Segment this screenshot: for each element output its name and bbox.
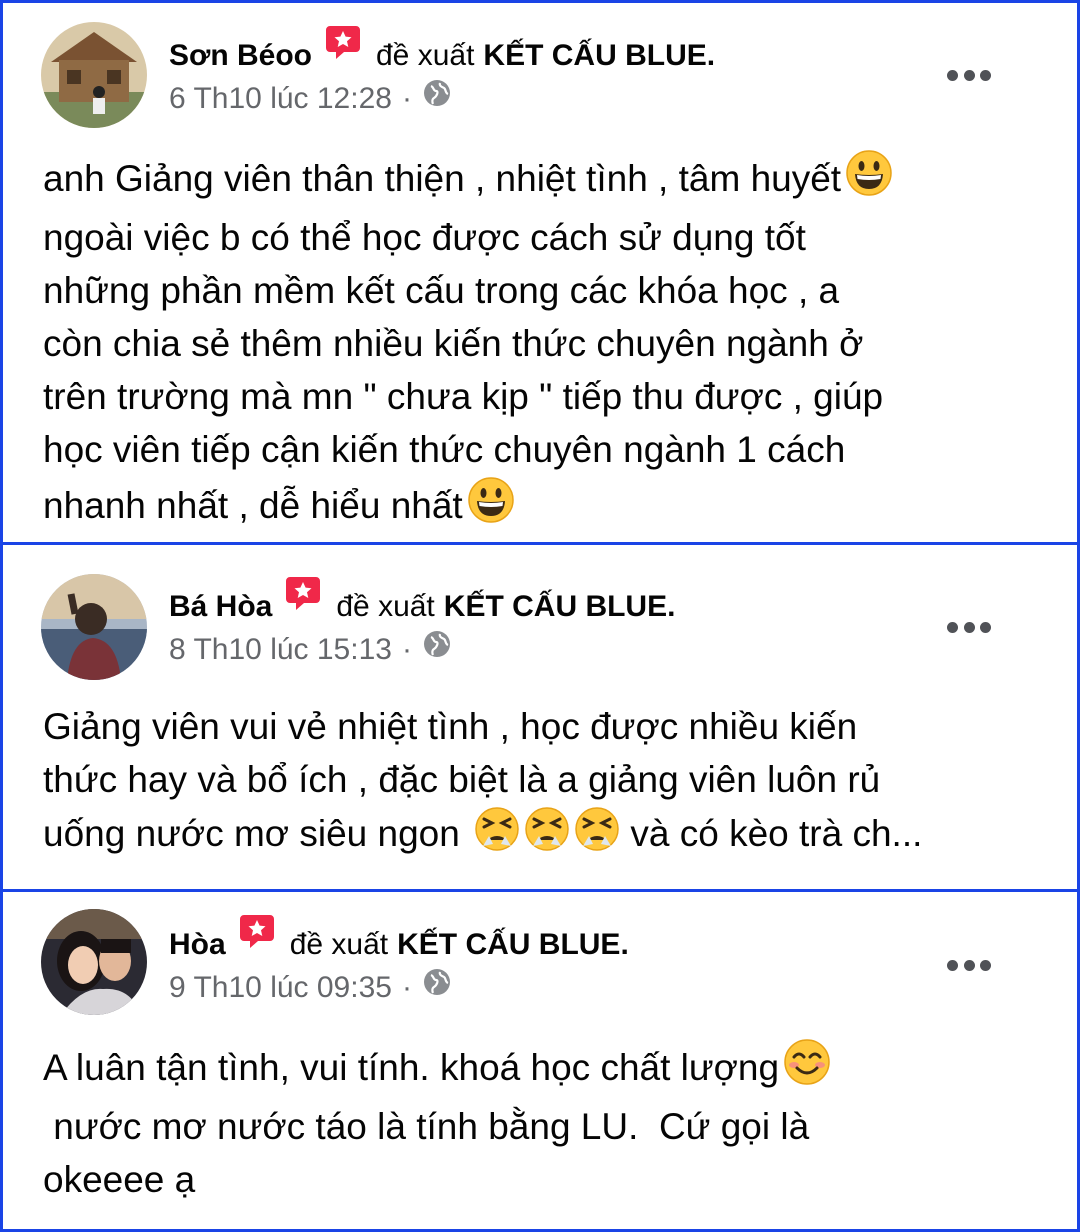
post-header: Sơn Béoo đề xuất KẾT CẤU BLUE. [169, 26, 715, 79]
body-line: học viên tiếp cận kiến thức chuyên ngành… [43, 429, 846, 470]
body-line: ngoài việc b có thể học được cách sử dụn… [43, 217, 806, 258]
separator: · [401, 970, 412, 1004]
globe-icon [422, 629, 452, 670]
avatar[interactable] [41, 22, 147, 128]
body-line: anh Giảng viên thân thiện , nhiệt tình ,… [43, 149, 1047, 211]
action-verb: đề xuất [336, 589, 435, 623]
post-meta: 8 Th10 lúc 15:13 · [169, 629, 452, 670]
recommend-star-icon [238, 913, 276, 960]
author-name[interactable]: Hòa [169, 925, 226, 965]
page-name[interactable]: KẾT CẤU BLUE. [483, 36, 715, 76]
action-verb: đề xuất [376, 38, 475, 72]
post-meta: 9 Th10 lúc 09:35 · [169, 967, 452, 1008]
page-name[interactable]: KẾT CẤU BLUE. [444, 587, 676, 627]
recommend-star-icon [284, 575, 322, 622]
timestamp[interactable]: 6 Th10 lúc 12:28 [169, 79, 392, 119]
timestamp[interactable]: 9 Th10 lúc 09:35 [169, 968, 392, 1008]
globe-icon [422, 967, 452, 1008]
timestamp[interactable]: 8 Th10 lúc 15:13 [169, 630, 392, 670]
body-line: thức hay và bổ ích , đặc biệt là a giảng… [43, 759, 881, 800]
separator: · [401, 632, 412, 666]
tired-face-emoji-icon [474, 806, 520, 866]
body-line: A luân tận tình, vui tính. khoá học chất… [43, 1038, 1047, 1100]
action-verb: đề xuất [289, 927, 389, 961]
smiling-face-emoji-icon [783, 1038, 831, 1100]
body-line: okeeee ạ [43, 1159, 196, 1200]
more-options-icon[interactable] [947, 958, 991, 972]
grinning-emoji-icon [845, 149, 893, 211]
author-name[interactable]: Sơn Béoo [169, 36, 312, 76]
body-line: uống nước mơ siêu ngon và có kèo trà ch.… [43, 806, 1047, 866]
review-card: Sơn Béoo đề xuất KẾT CẤU BLUE. 6 Th10 lú… [0, 0, 1080, 545]
more-options-icon[interactable] [947, 620, 991, 634]
globe-icon [422, 78, 452, 119]
body-line: trên trường mà mn " chưa kịp " tiếp thu … [43, 376, 884, 417]
review-card: Hòa đề xuất KẾT CẤU BLUE. 9 Th10 lúc 09:… [0, 889, 1080, 1232]
post-header: Hòa đề xuất KẾT CẤU BLUE. [169, 915, 629, 968]
tired-face-emoji-icon [524, 806, 570, 866]
tired-face-emoji-icon [574, 806, 620, 866]
page-name[interactable]: KẾT CẤU BLUE. [397, 925, 629, 965]
author-name[interactable]: Bá Hòa [169, 587, 272, 627]
avatar[interactable] [41, 574, 147, 680]
separator: · [401, 81, 412, 115]
more-options-icon[interactable] [947, 68, 991, 82]
body-line: còn chia sẻ thêm nhiều kiến thức chuyên … [43, 323, 864, 364]
post-body: anh Giảng viên thân thiện , nhiệt tình ,… [43, 149, 1047, 538]
avatar[interactable] [41, 909, 147, 1015]
post-body: A luân tận tình, vui tính. khoá học chất… [43, 1038, 1047, 1206]
recommend-star-icon [324, 24, 362, 71]
see-more-text[interactable]: và có kèo trà ch... [630, 813, 922, 854]
body-line: nhanh nhất , dễ hiểu nhất [43, 476, 1047, 538]
post-header: Bá Hòa đề xuất KẾT CẤU BLUE. [169, 577, 676, 630]
post-body: Giảng viên vui vẻ nhiệt tình , học được … [43, 700, 1047, 866]
body-line: Giảng viên vui vẻ nhiệt tình , học được … [43, 706, 858, 747]
body-line: nước mơ nước táo là tính bằng LU. Cứ gọi… [43, 1106, 810, 1147]
grinning-emoji-icon [467, 476, 515, 538]
post-meta: 6 Th10 lúc 12:28 · [169, 78, 452, 119]
body-line: những phần mềm kết cấu trong các khóa họ… [43, 270, 840, 311]
review-card: Bá Hòa đề xuất KẾT CẤU BLUE. 8 Th10 lúc … [0, 542, 1080, 892]
